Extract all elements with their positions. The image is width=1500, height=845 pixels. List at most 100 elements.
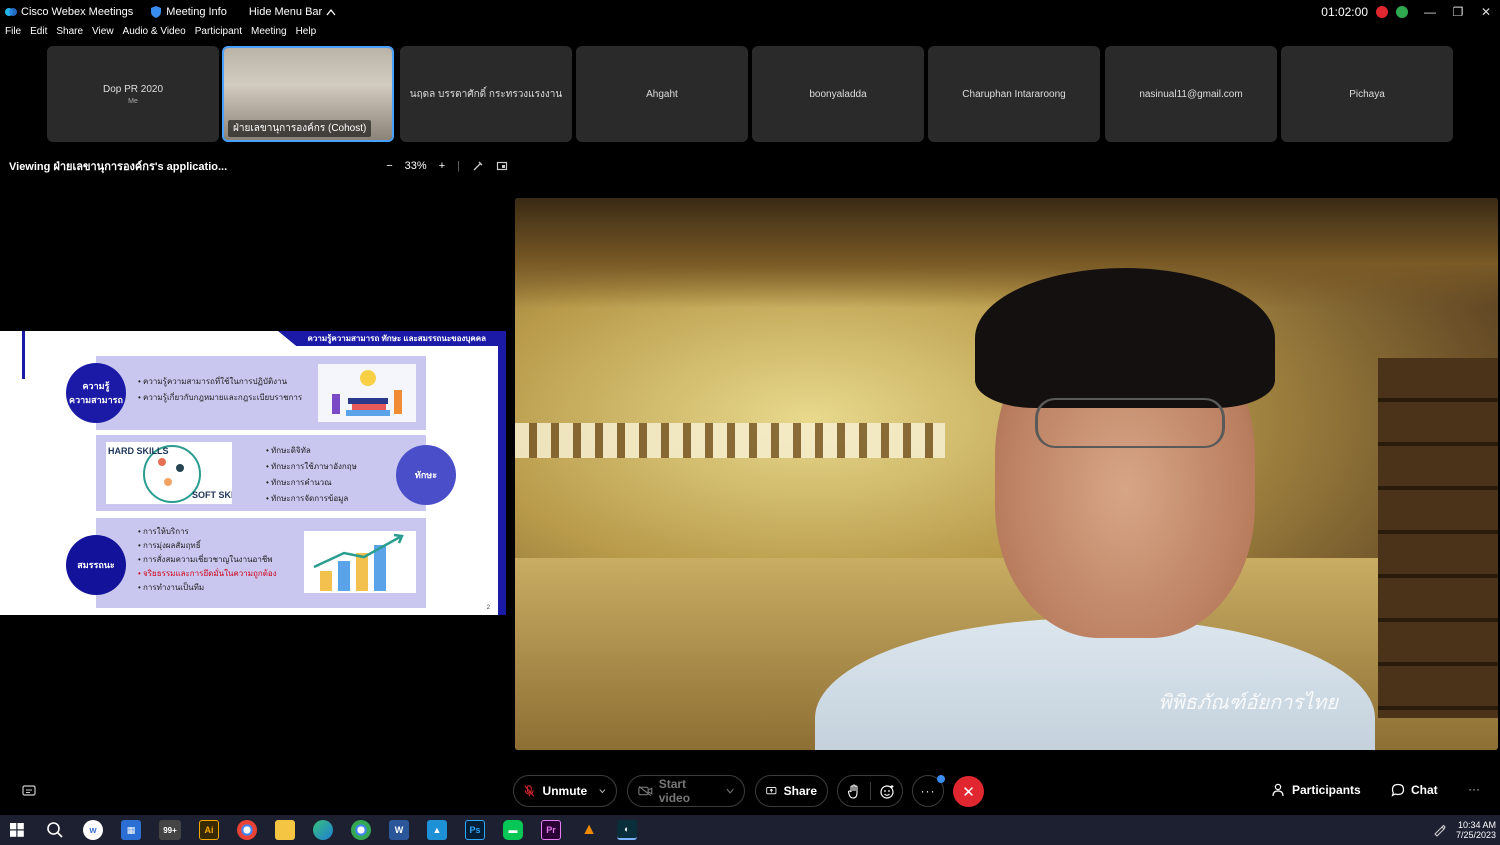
photos-icon[interactable]: ▲ — [427, 820, 447, 840]
menu-meeting[interactable]: Meeting — [251, 26, 287, 44]
participant-tile[interactable]: Dop PR 2020 Me — [47, 46, 219, 142]
windows-start-icon[interactable] — [10, 823, 24, 837]
bullet-item: จริยธรรมและการยึดมั่นในความถูกต้อง — [138, 567, 277, 581]
menu-audio-video[interactable]: Audio & Video — [123, 26, 186, 44]
word-icon[interactable]: W — [389, 820, 409, 840]
participant-name: Ahgaht — [646, 88, 678, 100]
title-bar: Cisco Webex Meetings Meeting Info Hide M… — [0, 0, 1500, 24]
skills-band: HARD SKILLS SOFT SKILLS — [96, 435, 426, 511]
zoom-out-button[interactable]: − — [386, 160, 392, 172]
meeting-info-button[interactable]: Meeting Info — [151, 6, 227, 18]
photoshop-icon[interactable]: Ps — [465, 820, 485, 840]
video-off-icon — [638, 785, 653, 797]
bullet-item: ความรู้เกี่ยวกับกฎหมายและกฎระเบียบราชการ — [138, 390, 302, 406]
menu-help[interactable]: Help — [296, 26, 317, 44]
more-options-button[interactable]: ··· — [912, 775, 945, 807]
clock[interactable]: 10:34 AM 7/25/2023 — [1456, 820, 1496, 840]
participant-tile[interactable]: nasinual11@gmail.com — [1105, 46, 1277, 142]
participant-me-label: Me — [128, 97, 138, 105]
share-screen-icon — [766, 787, 777, 795]
vlc-icon[interactable]: ▲ — [579, 820, 599, 840]
illustrator-icon[interactable]: Ai — [199, 820, 219, 840]
hard-soft-skills-icon: HARD SKILLS SOFT SKILLS — [108, 445, 251, 503]
chrome-icon[interactable] — [237, 820, 257, 840]
menu-edit[interactable]: Edit — [30, 26, 47, 44]
skills-illustration: HARD SKILLS SOFT SKILLS — [106, 442, 251, 504]
bullet-item: การให้บริการ — [138, 525, 277, 539]
chevron-down-icon[interactable] — [599, 788, 606, 794]
video-background-ceiling — [515, 198, 1498, 308]
microphone-muted-icon — [524, 785, 535, 797]
participants-button[interactable]: Participants — [1272, 783, 1361, 797]
chat-icon — [1391, 783, 1405, 797]
pop-out-icon[interactable] — [496, 160, 508, 172]
chevron-down-icon[interactable] — [726, 788, 734, 794]
meeting-controls: Unmute Start video Share ··· ✕ Participa… — [0, 770, 1500, 814]
bullet-item: การทำงานเป็นทีม — [138, 581, 277, 595]
close-button[interactable]: ✕ — [1474, 5, 1498, 19]
minimize-button[interactable]: — — [1418, 5, 1442, 19]
restore-button[interactable]: ❐ — [1446, 5, 1470, 19]
chat-button[interactable]: Chat — [1391, 783, 1438, 797]
edge-icon[interactable] — [313, 820, 333, 840]
file-explorer-icon[interactable] — [275, 820, 295, 840]
speaker-glasses — [1035, 398, 1225, 448]
menu-file[interactable]: File — [5, 26, 21, 44]
start-video-button[interactable]: Start video — [627, 775, 745, 807]
chat-label: Chat — [1411, 783, 1438, 797]
store-icon[interactable]: ▦ — [121, 820, 141, 840]
share-button[interactable]: Share — [755, 775, 828, 807]
bullet-item: การมุ่งผลสัมฤทธิ์ — [138, 539, 277, 553]
hide-menu-bar-label: Hide Menu Bar — [248, 6, 323, 18]
participant-tile[interactable]: นฤดล บรรดาศักดิ์ กระทรวงแรงงาน — [400, 46, 572, 142]
chrome-profile-icon[interactable] — [351, 820, 371, 840]
active-speaker-video: พิพิธภัณฑ์อัยการไทย — [515, 198, 1498, 750]
participant-tile[interactable]: Charuphan Intararoong — [928, 46, 1100, 142]
notification-dot — [937, 775, 945, 783]
participant-tile-active[interactable]: ฝ่ายเลขานุการองค์กร (Cohost) — [222, 46, 394, 142]
participant-name: ฝ่ายเลขานุการองค์กร (Cohost) — [228, 120, 372, 137]
leave-meeting-button[interactable]: ✕ — [953, 776, 984, 807]
participant-tile[interactable]: Pichaya — [1281, 46, 1453, 142]
bullet-item: ทักษะการคำนวณ — [266, 475, 357, 491]
slide-right-edge — [498, 331, 506, 615]
more-icon: ··· — [920, 784, 936, 798]
webex-taskbar-icon[interactable]: ◐ — [617, 820, 637, 840]
hide-menu-bar-button[interactable]: Hide Menu Bar — [249, 6, 336, 18]
participant-name: Pichaya — [1349, 88, 1385, 100]
zoom-level: 33% — [404, 160, 427, 172]
skills-bullets: ทักษะดิจิทัล ทักษะการใช้ภาษาอังกฤษ ทักษะ… — [266, 443, 357, 507]
reactions-icon[interactable] — [880, 784, 895, 799]
menu-share[interactable]: Share — [56, 26, 83, 44]
video-watermark: พิพิธภัณฑ์อัยการไทย — [1158, 690, 1338, 714]
annotate-icon[interactable] — [472, 160, 484, 172]
search-icon[interactable] — [46, 821, 64, 839]
windows-taskbar: w ▦ 99+ Ai W ▲ Ps ▬ Pr ▲ ◐ 10:34 AM 7/25… — [0, 815, 1500, 845]
premiere-icon[interactable]: Pr — [541, 820, 561, 840]
zoom-in-button[interactable]: + — [439, 160, 445, 172]
skills-circle: ทักษะ — [396, 445, 456, 505]
raise-hand-icon[interactable] — [847, 783, 861, 799]
clock-date: 7/25/2023 — [1455, 830, 1496, 840]
participant-tile[interactable]: boonyaladda — [752, 46, 924, 142]
viewing-label: Viewing ฝ่ายเลขานุการองค์กร's applicatio… — [9, 161, 228, 173]
pen-icon[interactable] — [1432, 823, 1446, 837]
slide-header: ความรู้ความสามารถ ทักษะ และสมรรถนะของบุค… — [278, 331, 506, 346]
badge-99-icon[interactable]: 99+ — [159, 820, 181, 840]
browser-w-icon[interactable]: w — [83, 820, 103, 840]
more-panels-icon[interactable]: ··· — [1468, 782, 1480, 796]
network-health-icon[interactable] — [1396, 6, 1408, 18]
bullet-item: ทักษะดิจิทัล — [266, 443, 357, 459]
captions-icon[interactable] — [22, 785, 36, 797]
menu-participant[interactable]: Participant — [195, 26, 242, 44]
participant-tile[interactable]: Ahgaht — [576, 46, 748, 142]
recording-icon[interactable] — [1376, 6, 1388, 18]
reactions-group — [837, 775, 903, 807]
menu-view[interactable]: View — [92, 26, 114, 44]
bullet-item: ความรู้ความสามารถที่ใช้ในการปฏิบัติงาน — [138, 374, 302, 390]
unmute-button[interactable]: Unmute — [513, 775, 617, 807]
line-icon[interactable]: ▬ — [503, 820, 523, 840]
video-background-shelves — [1378, 358, 1498, 718]
speaker-hair — [975, 268, 1275, 408]
divider — [870, 782, 871, 800]
